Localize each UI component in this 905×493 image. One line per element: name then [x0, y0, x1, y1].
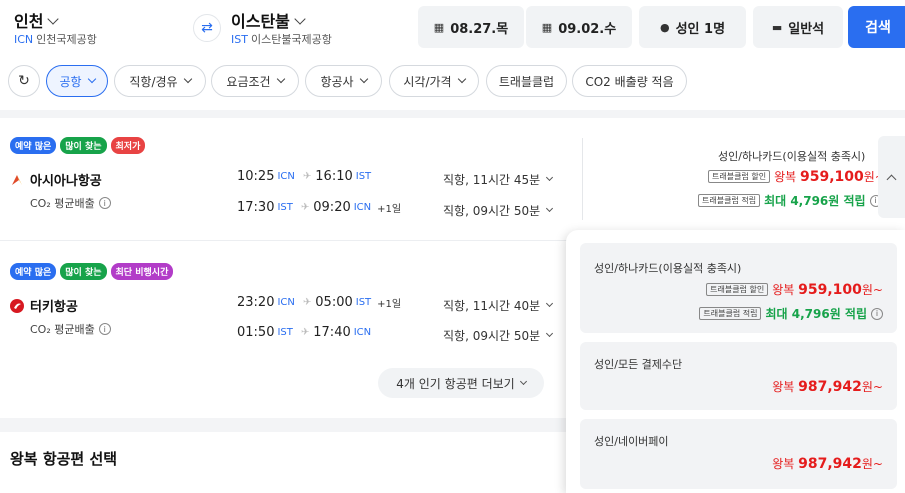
inbound-leg: 17:30 IST ✈ 09:20 ICN +1일 [237, 200, 402, 215]
badge-group: 예약 많은 많이 찾는 최저가 [10, 137, 146, 154]
co2-info: CO₂ 평균배출 i [30, 321, 111, 337]
chevron-down-icon [47, 13, 60, 25]
option-label: 성인/네이버페이 [594, 435, 669, 448]
flight-result-1[interactable]: 예약 많은 많이 찾는 최저가 아시아나항공 CO₂ 평균배출 i 10:25 IC… [0, 118, 905, 240]
cabin-button[interactable]: ▬ 일반석 [753, 6, 843, 48]
badge-popular: 예약 많은 [10, 137, 57, 154]
discount-tag: 트래블클럽 할인 [708, 170, 771, 183]
chevron-down-icon [546, 173, 554, 182]
option-label: 성인/모든 결제수단 [594, 358, 683, 371]
chevron-down-icon [546, 204, 554, 213]
outbound-duration[interactable]: 직항, 11시간 45분 [443, 171, 554, 188]
price-option-2[interactable]: 성인/모든 결제수단 왕복 987,942원~ [580, 342, 897, 410]
passengers-button[interactable]: ● 성인 1명 [639, 6, 746, 48]
info-icon[interactable]: i [98, 197, 111, 209]
filter-airline[interactable]: 항공사 [305, 65, 382, 97]
chevron-down-icon [546, 329, 554, 338]
search-button[interactable]: 검색 [848, 6, 905, 48]
reward-tag: 트래블클럽 적립 [698, 194, 761, 207]
collapse-prices-button[interactable] [878, 136, 905, 218]
turkish-airlines-logo-icon [10, 298, 24, 313]
filter-travel-club[interactable]: 트래블클럽 [486, 65, 567, 97]
reward-row: 트래블클럽 적립 최대 4,796원 적립 i [698, 192, 882, 209]
filter-low-co2[interactable]: CO2 배출량 적음 [572, 65, 687, 97]
price-option-1[interactable]: 성인/하나카드(이용실적 충족시) 트래블클럽 할인 왕복 959,100원~ … [580, 243, 897, 333]
outbound-duration[interactable]: 직항, 11시간 40분 [443, 297, 554, 314]
badge-lowest: 최저가 [110, 137, 146, 154]
divider [582, 138, 583, 220]
filter-direct[interactable]: 직항/경유 [114, 65, 206, 97]
reward-tag: 트래블클럽 적립 [699, 307, 762, 320]
badge-popular: 예약 많은 [10, 263, 57, 280]
price-row: 왕복 987,942원~ [772, 456, 883, 472]
info-icon[interactable]: i [98, 323, 111, 335]
swap-icon[interactable]: ⇄ [193, 14, 221, 42]
badge-searched: 많이 찾는 [60, 137, 107, 154]
badge-shortest: 최단 비행시간 [110, 263, 174, 280]
origin-selector[interactable]: 인천 [14, 8, 60, 32]
chevron-down-icon [294, 13, 306, 25]
badge-group: 예약 많은 많이 찾는 최단 비행시간 [10, 263, 174, 280]
asiana-logo-icon [12, 174, 22, 185]
depart-date-button[interactable]: ▦ 08.27.목 [418, 6, 524, 48]
plane-icon: ✈ [302, 171, 312, 182]
price-label: 성인/하나카드(이용실적 충족시) [718, 150, 866, 163]
chevron-down-icon [87, 74, 96, 84]
destination-selector[interactable]: 이스탄불 [231, 8, 306, 32]
price-options-panel: 성인/하나카드(이용실적 충족시) 트래블클럽 할인 왕복 959,100원~ … [566, 230, 905, 493]
chevron-down-icon [276, 74, 285, 84]
price-row: 왕복 987,942원~ [772, 379, 883, 395]
plane-icon: ✈ [300, 327, 310, 338]
refresh-icon[interactable]: ↻ [8, 65, 40, 97]
chevron-down-icon [359, 74, 368, 84]
inbound-leg: 01:50 IST ✈ 17:40 ICN [237, 325, 372, 340]
search-header: 인천 ICN 인천국제공항 ⇄ 이스탄불 IST 이스탄불국제공항 ▦ 08.27.목… [0, 0, 905, 56]
chevron-down-icon [519, 377, 527, 385]
calendar-icon: ▦ [541, 20, 553, 34]
person-icon: ● [659, 20, 670, 34]
origin-airport: ICN 인천국제공항 [14, 33, 97, 46]
destination-city: 이스탄불 [231, 12, 290, 31]
filter-time-price[interactable]: 시각/가격 [389, 65, 479, 97]
destination-airport: IST 이스탄불국제공항 [231, 33, 332, 46]
chevron-down-icon [457, 74, 466, 84]
inbound-duration[interactable]: 직항, 09시간 50분 [443, 202, 554, 219]
divider [0, 110, 905, 118]
info-icon[interactable]: i [871, 307, 883, 320]
airline-name: 아시아나항공 [10, 170, 102, 189]
filter-airport[interactable]: 공항 [46, 65, 108, 97]
price-option-3[interactable]: 성인/네이버페이 왕복 987,942원~ [580, 419, 897, 489]
return-date-button[interactable]: ▦ 09.02.수 [526, 6, 632, 48]
plane-icon: ✈ [300, 202, 310, 213]
airline-name: 터키항공 [10, 296, 78, 315]
reward-row: 트래블클럽 적립 최대 4,796원 적립 i [699, 305, 883, 322]
inbound-duration[interactable]: 직항, 09시간 50분 [443, 327, 554, 344]
plane-icon: ✈ [302, 297, 312, 308]
chevron-down-icon [183, 74, 192, 84]
option-label: 성인/하나카드(이용실적 충족시) [594, 262, 742, 275]
price-row: 트래블클럽 할인 왕복 959,100원~ [708, 168, 885, 185]
chevron-down-icon [546, 299, 554, 308]
badge-searched: 많이 찾는 [60, 263, 107, 280]
price-row: 트래블클럽 할인 왕복 959,100원~ [706, 281, 883, 298]
return-section-title: 왕복 항공편 선택 [10, 450, 118, 468]
co2-info: CO₂ 평균배출 i [30, 195, 111, 211]
filter-bar: ↻ 공항 직항/경유 요금조건 항공사 시각/가격 트래블클럽 CO2 배출량 … [0, 62, 905, 100]
calendar-icon: ▦ [433, 20, 445, 34]
seat-icon: ▬ [771, 20, 783, 34]
filter-fare[interactable]: 요금조건 [211, 65, 299, 97]
discount-tag: 트래블클럽 할인 [706, 283, 769, 296]
chevron-up-icon [886, 174, 897, 184]
show-more-button[interactable]: 4개 인기 항공편 더보기 [378, 368, 544, 398]
outbound-leg: 23:20 ICN ✈ 05:00 IST +1일 [237, 295, 402, 310]
outbound-leg: 10:25 ICN ✈ 16:10 IST [237, 169, 372, 184]
origin-city: 인천 [14, 12, 44, 31]
